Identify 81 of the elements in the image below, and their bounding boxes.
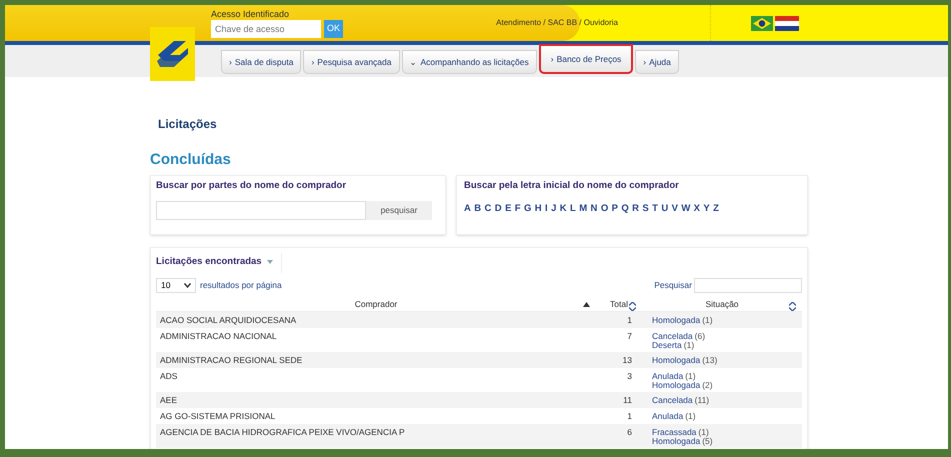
nav-tab[interactable]: › Pesquisa avançada xyxy=(303,50,400,74)
letter-link[interactable]: I xyxy=(545,202,548,216)
letter-link[interactable]: F xyxy=(514,202,521,216)
buyer-cell: AEE xyxy=(156,392,596,408)
letter-link[interactable]: A xyxy=(464,202,471,216)
status-link[interactable]: Homologada xyxy=(652,354,700,365)
letter-link[interactable]: L xyxy=(570,202,576,216)
filter-field[interactable] xyxy=(694,278,802,294)
nav-tab[interactable]: ⌄ Acompanhando as licitações xyxy=(402,50,537,74)
letter-link[interactable]: M xyxy=(579,202,588,216)
status-count: (1) xyxy=(702,314,713,325)
letter-link[interactable]: Z xyxy=(713,202,719,216)
paraguay-flag-icon[interactable] xyxy=(775,16,799,30)
letter-link[interactable]: W xyxy=(681,202,690,216)
service-link[interactable]: Atendimento / SAC BB / Ouvidoria xyxy=(496,17,618,29)
status-count: (11) xyxy=(694,394,710,405)
letter-search-title: Buscar pela letra inicial do nome do comprador xyxy=(464,178,680,192)
status-link[interactable]: Fracassada xyxy=(652,426,696,437)
status-count: (1) xyxy=(684,340,694,349)
status-link[interactable]: Cancelada xyxy=(652,330,693,341)
nav-tab[interactable]: › Ajuda xyxy=(635,50,679,74)
status-link[interactable]: Homologada xyxy=(652,436,700,445)
letter-link[interactable]: K xyxy=(560,202,567,216)
filter-label: Pesquisar xyxy=(654,279,692,292)
sort-icon[interactable] xyxy=(629,302,636,311)
chevron-down-icon xyxy=(266,260,273,264)
letter-link[interactable]: T xyxy=(652,202,658,216)
sort-icon[interactable] xyxy=(789,302,796,311)
chevron-down-icon xyxy=(184,283,191,288)
total-cell: 6 xyxy=(596,424,642,448)
status-count: (13) xyxy=(702,354,718,365)
letter-link[interactable]: B xyxy=(474,202,482,216)
letter-link[interactable]: R xyxy=(632,202,639,216)
buyer-cell: AGENCIA DE BACIA HIDROGRAFICA PEIXE VIVO/AGENCIA P xyxy=(156,424,596,448)
status-count: (5) xyxy=(702,436,713,445)
status-link[interactable]: Anulada xyxy=(652,410,684,421)
status-link[interactable]: Deserta xyxy=(652,340,682,349)
letter-link[interactable]: O xyxy=(600,202,608,216)
letter-link[interactable]: V xyxy=(672,202,678,216)
letter-link[interactable]: H xyxy=(534,202,542,216)
results-tab[interactable]: Licitações encontradas xyxy=(156,252,282,273)
results-tab-label: Licitações encontradas xyxy=(156,254,262,268)
letter-link[interactable]: P xyxy=(612,202,618,216)
status-link[interactable]: Homologada xyxy=(652,314,700,325)
page-title: Licitações xyxy=(158,116,218,133)
status-link[interactable]: Homologada xyxy=(652,380,700,389)
letter-link[interactable]: Q xyxy=(621,202,629,216)
letter-link[interactable]: E xyxy=(505,202,512,216)
letter-link[interactable]: J xyxy=(551,202,556,216)
brazil-flag-icon[interactable] xyxy=(751,16,773,30)
letter-link[interactable]: Y xyxy=(703,202,710,216)
search-button[interactable]: pesquisar xyxy=(366,200,432,220)
name-search-title: Buscar por partes do nome do comprador xyxy=(156,178,348,192)
total-cell: 1 xyxy=(596,312,642,328)
total-cell: 11 xyxy=(596,392,642,408)
page-size-select[interactable]: 10 xyxy=(156,278,196,294)
nav-tab[interactable]: › Sala de disputa xyxy=(221,50,302,74)
access-key-field[interactable]: Chave de acesso xyxy=(211,20,321,38)
status-count: (6) xyxy=(694,330,706,341)
status-count: (2) xyxy=(702,380,713,389)
letter-link[interactable]: D xyxy=(494,202,502,216)
page-size-label: resultados por página xyxy=(200,279,282,292)
buyer-cell: ADMINISTRACAO REGIONAL SEDE xyxy=(156,352,596,368)
letter-link[interactable]: X xyxy=(694,202,700,216)
status-count: (1) xyxy=(685,410,696,421)
letter-link[interactable]: G xyxy=(524,202,532,216)
section-title: Concluídas xyxy=(150,150,232,170)
sort-ascending-icon[interactable] xyxy=(583,302,590,307)
total-cell: 13 xyxy=(596,352,642,368)
status-count: (1) xyxy=(698,426,709,437)
access-label: Acesso Identificado xyxy=(211,8,290,18)
letter-link[interactable]: N xyxy=(590,202,598,216)
letter-link[interactable]: C xyxy=(484,202,492,216)
status-link[interactable]: Anulada xyxy=(652,370,684,381)
status-count: (1) xyxy=(685,370,696,381)
buyer-cell: ACAO SOCIAL ARQUIDIOCESANA xyxy=(156,312,596,328)
nav-tab[interactable]: › Banco de Preços xyxy=(538,44,634,74)
letter-link[interactable]: S xyxy=(642,202,649,216)
buyer-name-field[interactable] xyxy=(156,200,366,220)
status-link[interactable]: Cancelada xyxy=(652,394,693,405)
letter-link[interactable]: U xyxy=(661,202,668,216)
